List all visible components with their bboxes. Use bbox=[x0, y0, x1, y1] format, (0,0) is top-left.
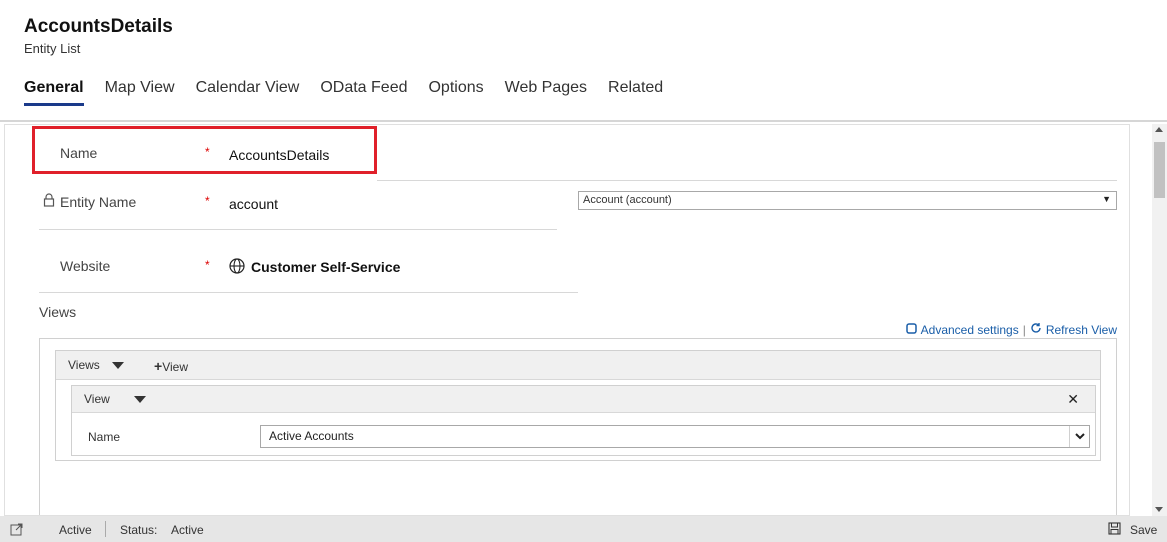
tab-map-view[interactable]: Map View bbox=[105, 79, 175, 106]
scroll-thumb[interactable] bbox=[1154, 142, 1165, 198]
tab-options[interactable]: Options bbox=[428, 79, 483, 106]
tab-odata-feed[interactable]: OData Feed bbox=[320, 79, 407, 106]
save-button[interactable]: Save bbox=[1130, 523, 1157, 537]
close-icon[interactable]: ✕ bbox=[1067, 391, 1079, 408]
view-name-label: Name bbox=[88, 430, 121, 444]
lock-icon bbox=[43, 193, 55, 207]
entity-name-label: Entity Name bbox=[60, 194, 137, 210]
status-label: Status: bbox=[120, 523, 158, 537]
view-caret-icon[interactable] bbox=[134, 396, 146, 403]
entity-name-value: account bbox=[229, 196, 279, 212]
footer-separator bbox=[105, 521, 106, 537]
add-view-label: View bbox=[162, 360, 188, 374]
view-block: View ✕ Name Active Accounts bbox=[71, 385, 1096, 456]
views-panel: Views +View View ✕ Name Active Accounts bbox=[39, 338, 1117, 515]
entity-select-value: Account (account) bbox=[583, 194, 672, 206]
save-icon bbox=[1108, 522, 1121, 538]
views-section-label: Views bbox=[39, 304, 77, 320]
name-required-marker: * bbox=[205, 145, 210, 159]
record-state: Active bbox=[59, 523, 92, 537]
views-links: Advanced settings | Refresh View bbox=[905, 322, 1117, 337]
vertical-scrollbar[interactable] bbox=[1152, 124, 1167, 516]
form-content: Name * AccountsDetails Entity Name * acc… bbox=[4, 124, 1130, 516]
plus-icon: + bbox=[154, 358, 163, 374]
tab-web-pages[interactable]: Web Pages bbox=[505, 79, 587, 106]
settings-box-icon bbox=[905, 322, 917, 337]
views-editor: Views +View View ✕ Name Active Accounts bbox=[55, 350, 1101, 461]
page-header: AccountsDetails Entity List General Map … bbox=[0, 0, 1167, 122]
page-subtitle: Entity List bbox=[24, 41, 81, 56]
header-divider bbox=[0, 120, 1167, 122]
view-block-header: View ✕ bbox=[72, 386, 1095, 413]
name-value[interactable]: AccountsDetails bbox=[229, 147, 329, 163]
views-toolbar: Views +View bbox=[56, 351, 1100, 380]
row-divider bbox=[39, 292, 578, 293]
dropdown-arrow-icon: ▼ bbox=[1102, 194, 1111, 204]
page-title: AccountsDetails bbox=[24, 16, 173, 37]
row-divider bbox=[39, 229, 557, 230]
refresh-icon bbox=[1030, 322, 1042, 337]
view-block-label: View bbox=[84, 392, 110, 406]
tab-calendar-view[interactable]: Calendar View bbox=[196, 79, 300, 106]
globe-icon bbox=[229, 258, 245, 274]
scroll-up-icon[interactable] bbox=[1155, 127, 1163, 132]
tab-bar: General Map View Calendar View OData Fee… bbox=[24, 79, 663, 106]
chevron-down-icon bbox=[1069, 426, 1089, 447]
website-label: Website bbox=[60, 258, 111, 274]
refresh-view-link[interactable]: Refresh View bbox=[1046, 323, 1117, 337]
entity-name-select[interactable]: Account (account) ▼ bbox=[578, 191, 1117, 210]
tab-general[interactable]: General bbox=[24, 79, 84, 106]
view-name-select[interactable]: Active Accounts bbox=[260, 425, 1090, 448]
links-separator: | bbox=[1022, 322, 1026, 337]
row-divider bbox=[377, 180, 1117, 181]
scroll-down-icon[interactable] bbox=[1155, 507, 1163, 512]
name-label: Name bbox=[60, 145, 98, 161]
status-bar: Active Status: Active Save bbox=[0, 516, 1167, 542]
expand-icon[interactable] bbox=[10, 522, 24, 539]
add-view-button[interactable]: +View bbox=[154, 358, 188, 374]
view-name-value: Active Accounts bbox=[269, 429, 354, 443]
entity-name-required-marker: * bbox=[205, 194, 210, 208]
advanced-settings-link[interactable]: Advanced settings bbox=[921, 323, 1019, 337]
website-required-marker: * bbox=[205, 258, 210, 272]
views-toolbar-label: Views bbox=[68, 358, 100, 372]
status-value: Active bbox=[171, 523, 204, 537]
views-caret-icon[interactable] bbox=[112, 362, 124, 369]
tab-related[interactable]: Related bbox=[608, 79, 663, 106]
website-value[interactable]: Customer Self-Service bbox=[251, 259, 400, 275]
